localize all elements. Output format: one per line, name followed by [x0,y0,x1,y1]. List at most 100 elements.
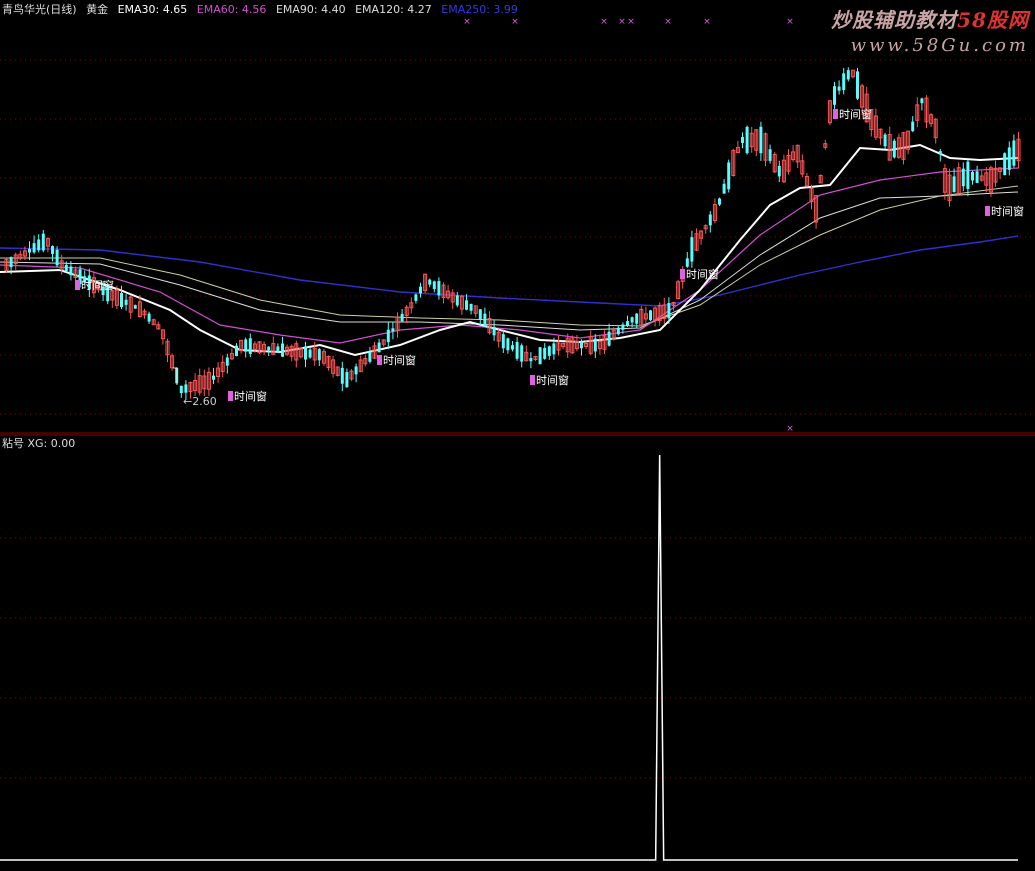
signal-marker: × [627,17,635,27]
candle-body-down [552,343,556,355]
candle-body-down [892,140,896,158]
signal-marker: × [786,17,794,27]
candle-body-down [184,384,188,393]
candle-body-down [386,329,390,343]
min-price-label: ←2.60 [183,395,217,408]
candle-body-down [368,351,372,362]
candle-body-down [340,367,344,384]
ema250-value: EMA250: 3.99 [441,3,518,16]
candle-body-down [55,249,59,266]
candle-body-down [9,257,13,268]
xg-indicator-line [0,454,1018,861]
time-window-label: 时间窗 [228,391,267,403]
candle-body-down [745,126,749,154]
candle-body-down [37,239,41,251]
candle-body-down [147,313,151,322]
candle-body-down [506,338,510,351]
candle-body-down [722,183,726,194]
candle-body-down [432,281,436,289]
candle-body-down [492,326,496,336]
candle-body-down [952,176,956,193]
candle-body-down [276,346,280,353]
candle-body-down [759,126,763,154]
candle-body-down [248,338,252,354]
candle-body-down [626,321,629,326]
candle-body-down [501,334,505,349]
candle-body-down [768,149,772,161]
candle-body-down [308,349,312,358]
ema90-value: EMA90: 4.40 [275,3,346,16]
candle-body-down [667,303,671,319]
candle-body-down [428,279,432,285]
candle-body-down [437,281,441,296]
candle-body-down [777,165,781,177]
signal-marker: × [618,17,626,27]
stock-name: 青鸟华光(日线) [2,3,77,16]
candle-body-down [483,313,487,327]
chart-canvas: × × × × × × × ×× [0,17,1035,861]
time-window-label: 时间窗 [833,109,872,121]
candle-body-down [635,313,639,324]
candle-body-down [244,339,248,352]
signal-marker: × [463,17,471,27]
time-window-label: 时间窗 [530,375,569,387]
candle-body-down [685,258,689,267]
candle-body-down [616,327,620,335]
candle-body-down [515,342,519,359]
signal-marker: × [664,17,672,27]
candle-body-down [547,346,551,356]
ema30-value: EMA30: 4.65 [117,3,188,16]
candle-body-down [833,86,836,105]
candle-body-down [419,286,422,294]
candle-body-down [538,347,542,365]
candle-body-down [124,299,128,305]
candle-body-down [469,303,473,311]
candle-body-down [465,300,468,310]
candle-body-down [304,346,307,360]
candle-body-down [317,349,321,361]
candle-body-down [511,345,514,350]
candle-body-down [529,358,533,362]
candle-body-down [1012,140,1016,166]
candle-body-down [593,338,597,352]
ema60-value: EMA60: 4.56 [196,3,267,16]
candle-body-down [1007,147,1011,170]
candle-body-down [971,171,974,181]
indicator-header: 青鸟华光(日线) 黄金 EMA30: 4.65 EMA60: 4.56 EMA9… [2,2,524,18]
candle-body-down [690,237,694,262]
xg-series-line [0,454,1018,861]
candle-body-down [391,328,395,332]
candle-body-down [41,233,45,251]
candle-body-down [281,343,284,357]
candle-body-down [630,317,634,323]
candle-body-down [133,305,137,309]
candle-body-down [911,121,915,132]
candle-body-down [975,171,979,183]
candle-body-down [51,246,54,254]
time-window-label: 时间窗 [985,206,1024,218]
candle-body-down [345,372,349,388]
candle-body-down [414,294,418,301]
candle-body-down [607,331,611,346]
candle-body-down [179,385,183,394]
candle-body-down [225,357,229,366]
candle-body-down [846,70,850,80]
candle-body-down [621,324,625,330]
time-window-label: 时间窗 [680,269,719,281]
watermark: 炒股辅助教材58股网 www.58Gu.com [831,4,1029,56]
candle-body-down [708,214,712,226]
price-grid [0,59,1035,415]
signal-marker: × [600,17,608,27]
watermark-title: 炒股辅助教材58股网 [831,8,1029,32]
candle-body-down [580,341,583,349]
candle-body-down [400,313,404,322]
candle-body-down [966,161,970,189]
candle-body-down [120,292,123,308]
candle-body-down [377,342,381,353]
candle-body-down [1003,153,1007,176]
indicator-title: 黄金 [86,3,109,16]
signal-marker: × [703,17,711,27]
candle-body-down [69,266,73,276]
candle-body-down [64,264,68,272]
candle-body-down [727,162,731,190]
